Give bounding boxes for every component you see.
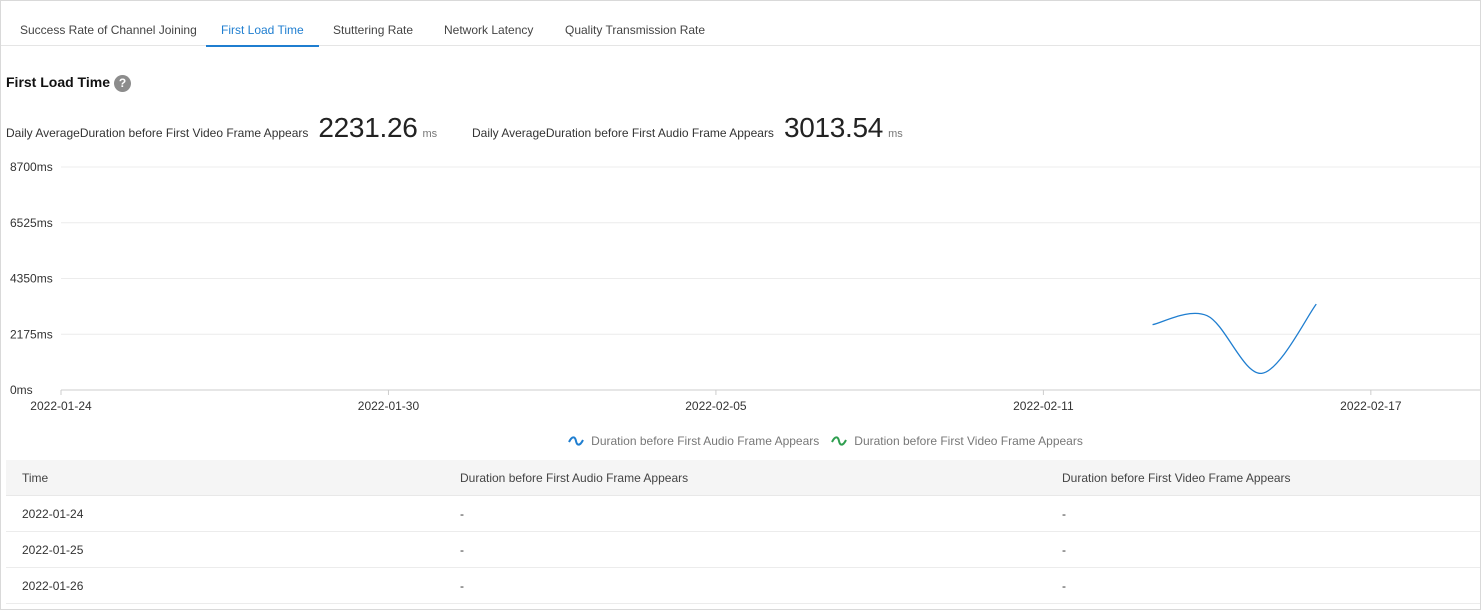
question-circle-icon[interactable]: ? (114, 75, 131, 92)
legend-item-video[interactable]: Duration before First Video Frame Appear… (831, 434, 1083, 448)
tab-network-latency[interactable]: Network Latency (429, 1, 548, 46)
table-header: Time Duration before First Audio Frame A… (6, 460, 1480, 496)
metric-audio-value: 3013.54 (783, 112, 884, 143)
legend-item-audio[interactable]: Duration before First Audio Frame Appear… (568, 434, 819, 448)
table-row: 2022-01-25 - - (6, 532, 1480, 568)
data-table: Time Duration before First Audio Frame A… (6, 460, 1480, 604)
section-title: First Load Time (6, 74, 110, 90)
x-tick-label: 2022-01-30 (358, 399, 420, 413)
tab-success-rate[interactable]: Success Rate of Channel Joining (5, 1, 212, 46)
tab-first-load-time[interactable]: First Load Time (206, 1, 319, 47)
metric-audio: Daily AverageDuration before First Audio… (472, 112, 903, 144)
y-tick-label: 6525ms (10, 216, 53, 230)
table-cell: 2022-01-25 (22, 542, 84, 557)
wave-icon (831, 436, 848, 446)
table-header-cell: Duration before First Video Frame Appear… (1062, 470, 1291, 485)
metric-video: Daily AverageDuration before First Video… (6, 112, 437, 144)
metric-audio-unit: ms (888, 128, 903, 140)
line-chart: 0ms 2175ms 4350ms 6525ms 8700ms 2022-01-24 202… (10, 160, 1480, 413)
x-tick-label: 2022-02-05 (685, 399, 747, 413)
table-cell: - (460, 542, 464, 557)
metric-video-label: Daily AverageDuration before First Video… (6, 126, 309, 140)
legend-label-audio: Duration before First Audio Frame Appear… (591, 434, 820, 448)
y-tick-label: 0ms (10, 383, 33, 397)
table-cell: - (1062, 542, 1066, 557)
table-cell: - (1062, 578, 1066, 593)
y-tick-label: 4350ms (10, 272, 53, 286)
y-tick-label: 2175ms (10, 327, 53, 341)
tab-bar: Success Rate of Channel Joining First Lo… (1, 1, 1480, 47)
x-tick-label: 2022-01-24 (30, 399, 92, 413)
table-header-cell: Time (22, 470, 49, 485)
table-header-cell: Duration before First Audio Frame Appear… (460, 470, 689, 485)
wave-icon (568, 436, 585, 446)
tab-quality-transmission-rate[interactable]: Quality Transmission Rate (550, 1, 720, 46)
table-cell: 2022-01-24 (22, 506, 84, 521)
series-line (1152, 303, 1317, 374)
table-row: 2022-01-24 - - (6, 496, 1480, 532)
table-row: 2022-01-26 - - (6, 568, 1480, 604)
x-tick-label: 2022-02-17 (1340, 399, 1402, 413)
table-cell: - (460, 578, 464, 593)
legend-label-video: Duration before First Video Frame Appear… (854, 434, 1083, 448)
x-tick-label: 2022-02-11 (1013, 399, 1074, 413)
tab-stuttering-rate[interactable]: Stuttering Rate (318, 1, 428, 46)
y-tick-label: 8700ms (10, 160, 53, 174)
metric-video-unit: ms (422, 128, 438, 140)
table-cell: 2022-01-26 (22, 578, 84, 593)
metric-video-value: 2231.26 (318, 112, 418, 143)
chart-legend: Duration before First Audio Frame Appear… (0, 434, 1481, 448)
table-cell: - (460, 506, 464, 521)
table-cell: - (1062, 506, 1066, 521)
metric-audio-label: Daily AverageDuration before First Audio… (472, 126, 774, 140)
